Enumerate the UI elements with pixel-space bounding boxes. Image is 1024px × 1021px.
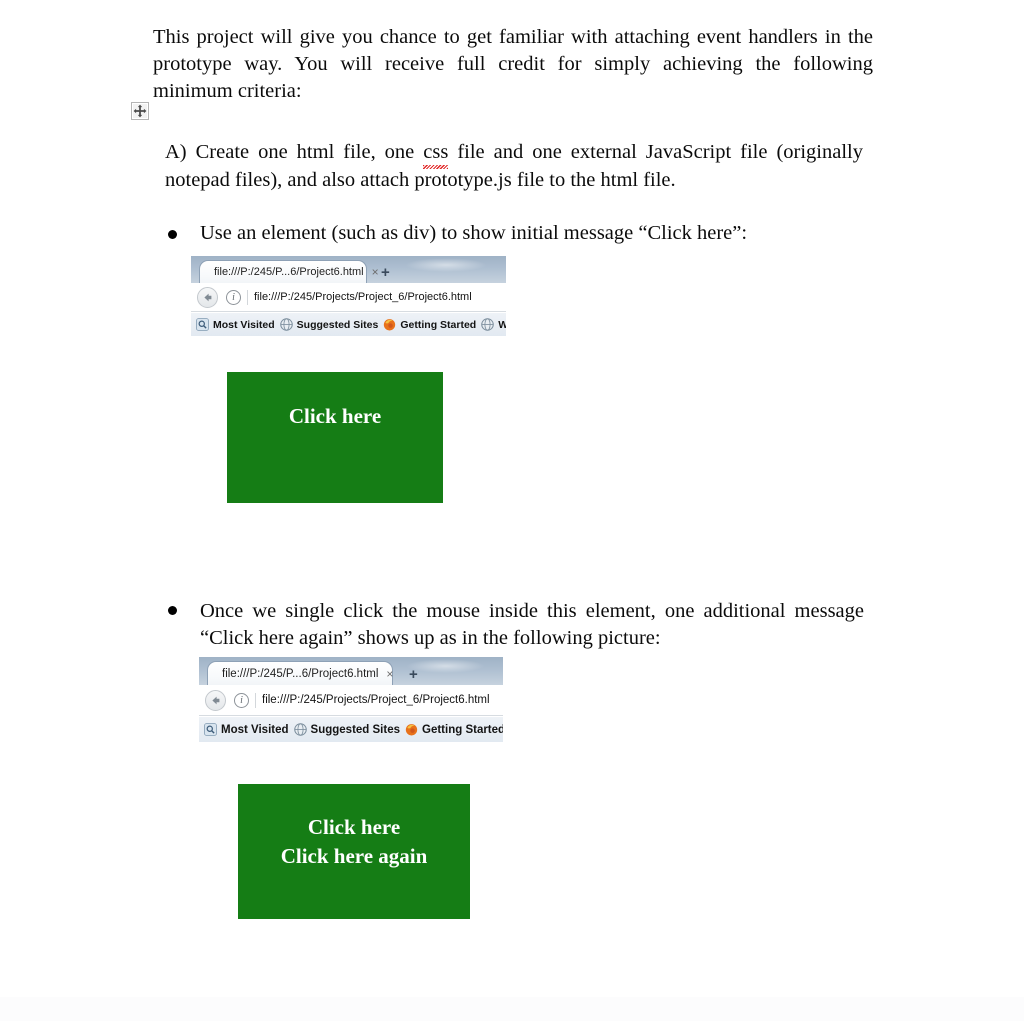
browser-2-url-input[interactable]: file:///P:/245/Projects/Project_6/Projec… [262,694,490,706]
misspelled-word-css: css [423,139,449,169]
browser-1-tab[interactable]: file:///P:/245/P...6/Project6.html × [199,260,379,283]
browser-screenshot-1: file:///P:/245/P...6/Project6.html × + i… [191,256,506,340]
browser-2-navbar: i file:///P:/245/Projects/Project_6/Proj… [199,685,503,715]
page-info-icon[interactable]: i [234,692,249,708]
bookmark-label: Web Sli [498,318,506,331]
new-tab-plus-icon[interactable]: + [409,667,418,682]
click-here-result-box-2[interactable]: Click here Click here again [238,784,470,919]
url-divider [255,692,256,708]
criteria-paragraph: A) Create one html file, one css file an… [165,139,863,194]
back-arrow-icon[interactable] [197,286,218,308]
bullet-item-2-text: Once we single click the mouse inside th… [200,600,864,649]
bookmark-label: Most Visited [213,318,275,331]
bookmark-getting-started[interactable]: Getting Started [405,723,503,736]
bullet-item-1-text: Use an element (such as div) to show ini… [200,222,748,244]
browser-1-url-input[interactable]: file:///P:/245/Projects/Project_6/Projec… [254,291,472,303]
browser-1-tab-title: file:///P:/245/P...6/Project6.html [214,266,364,278]
magnifier-icon [196,318,209,331]
globe-icon [293,723,307,736]
close-icon[interactable]: × [372,266,379,278]
browser-2-tab-title: file:///P:/245/P...6/Project6.html [222,667,379,680]
new-tab-plus-icon[interactable]: + [381,265,390,280]
result-box-2-line-1: Click here [307,815,401,839]
document-page: This project will give you chance to get… [0,0,1024,1021]
browser-1-tab-strip: file:///P:/245/P...6/Project6.html × + [191,256,506,283]
bullet-dot-icon [168,606,177,615]
globe-icon [279,318,293,331]
browser-2-bookmarks-bar: Most Visited Suggested Sites Getting Sta… [199,716,503,742]
bookmark-web-slices[interactable]: Web Sli [481,318,506,331]
intro-paragraph: This project will give you chance to get… [153,26,873,102]
bullet-dot-icon [168,230,177,239]
page-bottom-edge [0,997,1024,1021]
bookmark-label: Getting Started [400,318,477,331]
url-divider [247,289,248,305]
page-info-icon[interactable]: i [226,289,241,305]
globe-icon [481,318,494,331]
result-box-2-line-2: Click here again [280,844,428,868]
bookmark-label: Most Visited [221,723,289,736]
click-here-result-box-1[interactable]: Click here [227,372,443,503]
browser-1-bookmarks-bar: Most Visited Suggested Sites Getting Sta… [191,312,506,336]
back-arrow-icon[interactable] [205,689,226,711]
bookmark-most-visited[interactable]: Most Visited [196,318,275,331]
bookmark-most-visited[interactable]: Most Visited [204,723,289,736]
bookmark-label: Getting Started [422,723,503,736]
bookmark-suggested-sites[interactable]: Suggested Sites [293,723,400,736]
move-four-arrows-icon[interactable] [131,102,149,120]
browser-screenshot-2: file:///P:/245/P...6/Project6.html × + i… [199,657,503,745]
browser-2-tab[interactable]: file:///P:/245/P...6/Project6.html × [207,661,393,685]
browser-1-navbar: i file:///P:/245/Projects/Project_6/Proj… [191,283,506,311]
browser-2-tab-strip: file:///P:/245/P...6/Project6.html × + [199,657,503,685]
result-box-1-line-1: Click here [288,404,382,428]
firefox-icon [405,724,418,736]
bookmark-label: Suggested Sites [310,723,400,736]
bookmark-suggested-sites[interactable]: Suggested Sites [279,318,379,331]
criteria-prefix: A) Create one html file, one [165,141,424,163]
bookmark-getting-started[interactable]: Getting Started [383,318,476,331]
close-icon[interactable]: × [386,668,393,680]
magnifier-icon [204,723,217,736]
bookmark-label: Suggested Sites [296,318,379,331]
firefox-icon [384,319,396,331]
